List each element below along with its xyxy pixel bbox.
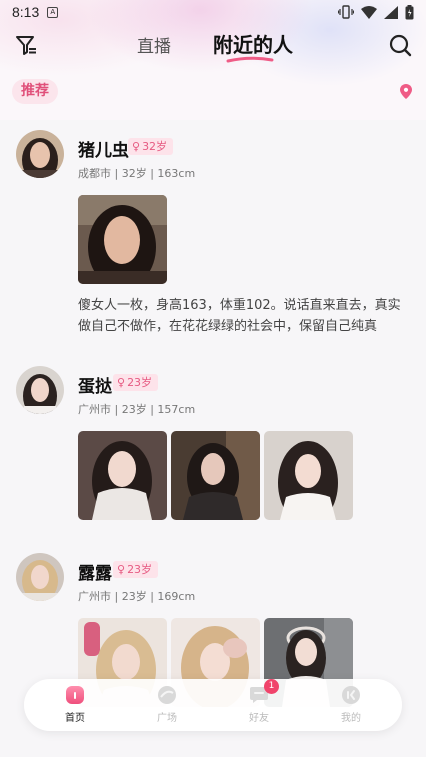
recommend-filter-chip[interactable]: 推荐 bbox=[12, 79, 58, 104]
nav-item-me[interactable]: 我的 bbox=[321, 685, 381, 724]
nav-item-square[interactable]: 广场 bbox=[137, 685, 197, 724]
post-photo[interactable] bbox=[78, 195, 167, 284]
post-photo[interactable] bbox=[264, 431, 353, 520]
user-post-card[interactable]: 蛋挞 ♀ 23岁 广州市 | 23岁 | 157cm bbox=[0, 362, 426, 530]
female-icon: ♀ bbox=[117, 563, 126, 576]
status-bar: 8:13 A bbox=[0, 0, 426, 24]
female-icon: ♀ bbox=[117, 376, 126, 389]
wifi-icon bbox=[361, 5, 377, 19]
avatar[interactable] bbox=[16, 366, 64, 414]
search-icon[interactable] bbox=[388, 33, 412, 57]
user-meta: 成都市 | 32岁 | 163cm bbox=[78, 167, 196, 180]
active-tab-indicator bbox=[226, 56, 274, 63]
nav-label: 好友 bbox=[249, 713, 269, 724]
avatar[interactable] bbox=[16, 130, 64, 178]
vibrate-icon bbox=[338, 5, 354, 19]
age-badge-text: 32岁 bbox=[142, 140, 168, 153]
square-icon bbox=[158, 686, 176, 704]
post-photo[interactable] bbox=[78, 431, 167, 520]
nav-item-home[interactable]: 首页 bbox=[45, 685, 105, 724]
post-photo[interactable] bbox=[171, 431, 260, 520]
status-time: 8:13 bbox=[12, 4, 40, 20]
signal-icon bbox=[384, 5, 398, 19]
notification-app-icon: A bbox=[47, 6, 59, 18]
age-badge-text: 23岁 bbox=[127, 563, 153, 576]
unread-count-badge: 1 bbox=[264, 679, 279, 694]
user-name: 猪儿虫 bbox=[78, 141, 129, 161]
age-badge-text: 23岁 bbox=[127, 376, 153, 389]
tab-live[interactable]: 直播 bbox=[137, 32, 171, 57]
user-name: 蛋挞 bbox=[78, 377, 112, 397]
female-icon: ♀ bbox=[132, 140, 141, 153]
top-nav: 直播 附近的人 bbox=[0, 24, 426, 66]
avatar[interactable] bbox=[16, 553, 64, 601]
user-bio: 傻女人一枚，身高163，体重102。说话直来直去，真实做自己不做作，在花花绿绿的… bbox=[78, 298, 401, 334]
user-post-card[interactable]: 猪儿虫 ♀ 32岁 成都市 | 32岁 | 163cm 傻女人一枚，身高163，体… bbox=[0, 126, 426, 341]
home-icon bbox=[66, 686, 84, 704]
user-meta: 广州市 | 23岁 | 157cm bbox=[78, 403, 196, 416]
age-badge: ♀ 32岁 bbox=[128, 138, 174, 155]
age-badge: ♀ 23岁 bbox=[113, 374, 159, 391]
nav-label: 广场 bbox=[157, 713, 177, 724]
battery-icon bbox=[405, 4, 414, 19]
user-name: 露露 bbox=[78, 564, 112, 584]
nav-label: 首页 bbox=[65, 713, 85, 724]
filter-icon[interactable] bbox=[14, 33, 38, 57]
bottom-nav-bar: 首页 广场 1 好友 我的 bbox=[24, 679, 402, 731]
nav-item-friends[interactable]: 1 好友 bbox=[229, 679, 289, 724]
user-meta: 广州市 | 23岁 | 169cm bbox=[78, 590, 196, 603]
profile-icon bbox=[342, 686, 360, 704]
nav-label: 我的 bbox=[341, 713, 361, 724]
photo-grid bbox=[78, 431, 353, 520]
photo-grid bbox=[78, 195, 167, 284]
location-pin-icon[interactable] bbox=[400, 84, 412, 99]
age-badge: ♀ 23岁 bbox=[113, 561, 159, 578]
tab-nearby-people[interactable]: 附近的人 bbox=[213, 29, 293, 58]
